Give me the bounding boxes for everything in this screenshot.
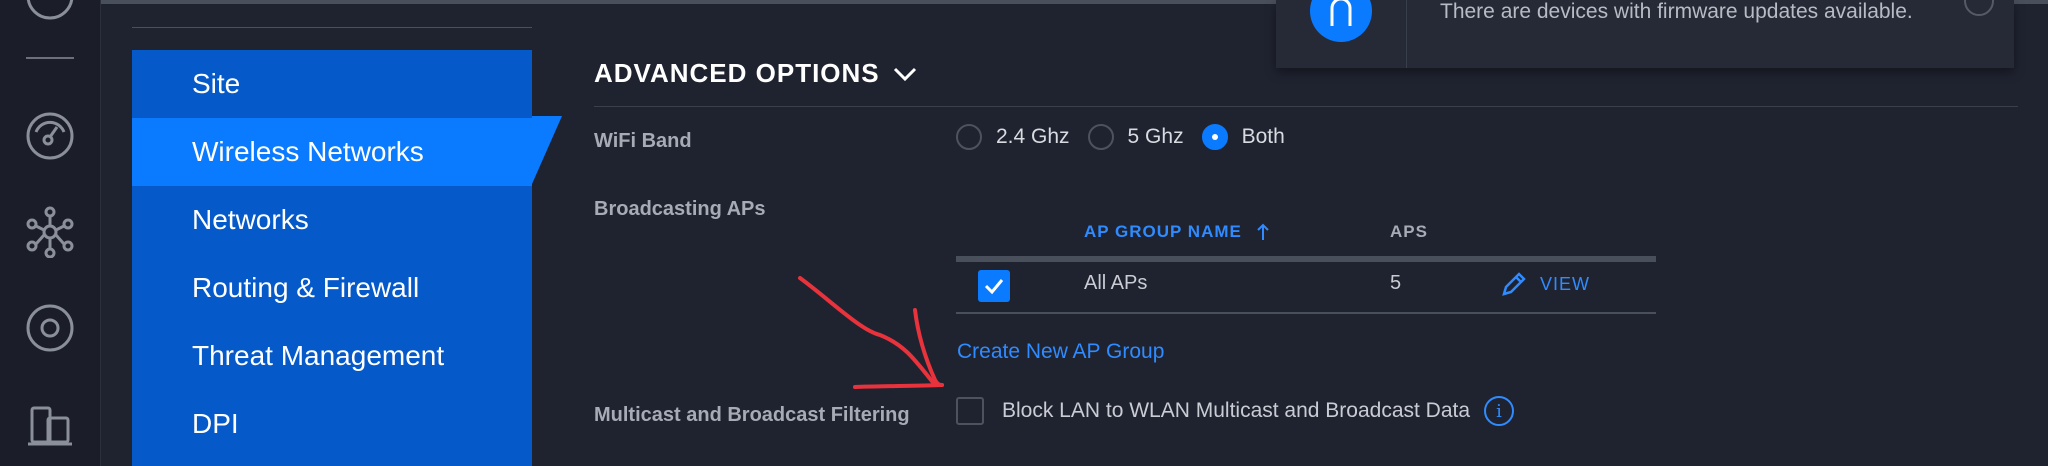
radio-button[interactable] xyxy=(1087,124,1114,150)
section-title: ADVANCED OPTIONS xyxy=(594,58,880,88)
checkbox-label: Block LAN to WLAN Multicast and Broadcas… xyxy=(1002,399,1471,422)
wifi-band-radios: 2.4 Ghz 5 Ghz Both xyxy=(956,124,1303,150)
settings-subnav: Site Wireless Networks Networks Routing … xyxy=(132,50,532,466)
close-icon[interactable] xyxy=(1964,0,1994,16)
bell-icon xyxy=(1310,0,1372,42)
section-divider xyxy=(594,106,2018,107)
sort-ascending-icon xyxy=(1257,223,1269,240)
wifi-band-label: WiFi Band xyxy=(594,130,692,152)
advanced-options-toggle[interactable]: ADVANCED OPTIONS xyxy=(594,58,918,89)
view-label: VIEW xyxy=(1540,273,1591,294)
create-ap-group-link[interactable]: Create New AP Group xyxy=(957,340,1164,364)
column-header-aps[interactable]: APS xyxy=(1390,222,1428,242)
radio-label: 5 Ghz xyxy=(1127,125,1184,148)
subnav-item-label: Wireless Networks xyxy=(192,136,424,167)
subnav-item-networks[interactable]: Networks xyxy=(132,186,532,254)
multicast-option-row: Block LAN to WLAN Multicast and Broadcas… xyxy=(956,396,1515,426)
subnav-item-label: Routing & Firewall xyxy=(192,272,420,303)
checkmark-icon xyxy=(984,279,1004,295)
devices-icon[interactable] xyxy=(24,398,76,450)
radio-button[interactable] xyxy=(956,124,982,150)
radio-2-4ghz[interactable]: 2.4 Ghz xyxy=(956,124,1070,150)
icon-rail xyxy=(0,0,101,466)
rail-divider xyxy=(26,57,74,59)
subnav-item-wireless-networks[interactable]: Wireless Networks xyxy=(132,118,532,186)
chevron-down-icon xyxy=(893,67,916,81)
info-icon[interactable]: i xyxy=(1484,396,1515,426)
firmware-notification[interactable]: There are devices with firmware updates … xyxy=(1276,0,2014,68)
ap-group-table-header: AP GROUP NAME APS xyxy=(956,222,1656,262)
subnav-item-label: Networks xyxy=(192,204,309,235)
subnav-item-label: Threat Management xyxy=(192,340,445,371)
table-row: All APs 5 VIEW xyxy=(956,262,1656,314)
subnav-top-divider xyxy=(132,27,532,28)
notification-message: There are devices with firmware updates … xyxy=(1440,0,1913,23)
topology-icon[interactable] xyxy=(24,206,76,258)
active-item-pointer xyxy=(532,116,562,184)
radio-5ghz[interactable]: 5 Ghz xyxy=(1087,124,1184,150)
radio-label: 2.4 Ghz xyxy=(996,125,1070,148)
broadcasting-aps-label: Broadcasting APs xyxy=(594,198,766,220)
toast-divider xyxy=(1406,0,1407,68)
block-multicast-checkbox[interactable] xyxy=(956,397,984,425)
radio-button-selected[interactable] xyxy=(1201,124,1228,150)
ap-count: 5 xyxy=(1390,272,1402,294)
target-icon[interactable] xyxy=(24,302,76,354)
subnav-item-threat-management[interactable]: Threat Management xyxy=(132,322,532,390)
radio-label: Both xyxy=(1241,125,1285,148)
ap-group-name: All APs xyxy=(1084,272,1148,294)
dashboard-icon[interactable] xyxy=(24,110,76,162)
column-header-label: AP GROUP NAME xyxy=(1084,222,1242,241)
radio-both[interactable]: Both xyxy=(1201,124,1285,150)
pencil-icon xyxy=(1502,272,1526,296)
multicast-filtering-label: Multicast and Broadcast Filtering xyxy=(594,404,910,426)
row-checkbox-checked[interactable] xyxy=(978,270,1010,302)
subnav-item-label: Site xyxy=(192,68,241,99)
partial-icon[interactable] xyxy=(24,0,76,22)
subnav-item-site[interactable]: Site xyxy=(132,50,532,118)
subnav-item-routing-firewall[interactable]: Routing & Firewall xyxy=(132,254,532,322)
subnav-item-dpi[interactable]: DPI xyxy=(132,390,532,458)
column-header-ap-group-name[interactable]: AP GROUP NAME xyxy=(1084,222,1270,242)
subnav-item-label: DPI xyxy=(192,408,239,439)
view-button[interactable]: VIEW xyxy=(1500,270,1590,298)
